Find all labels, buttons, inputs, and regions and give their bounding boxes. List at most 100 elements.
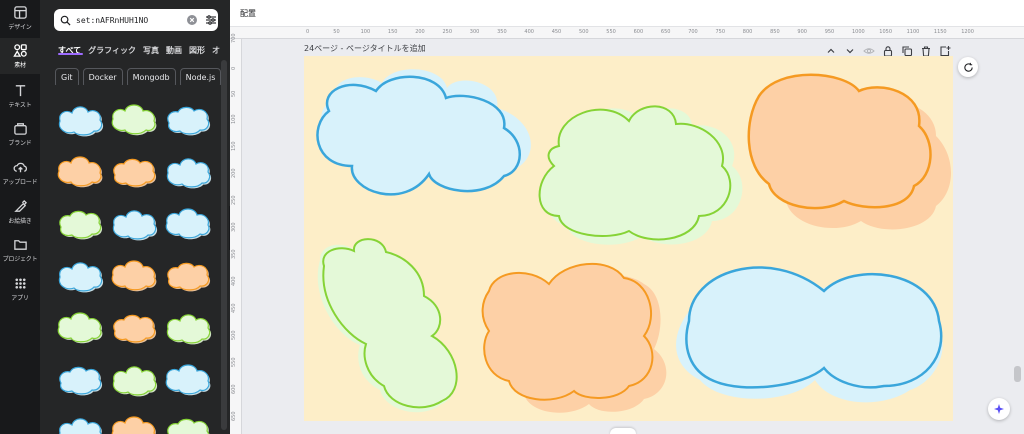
cloud-thumbnail[interactable] xyxy=(108,307,158,347)
delete-page-button[interactable] xyxy=(920,42,932,57)
magic-assistant-button[interactable] xyxy=(988,398,1010,420)
cloud-thumbnail[interactable] xyxy=(108,151,158,191)
cloud-thumbnail[interactable] xyxy=(108,99,158,139)
cloud-thumbnail-image xyxy=(59,210,103,240)
ruler-tick-label: 700 xyxy=(688,29,698,35)
ruler-tick-label: 550 xyxy=(606,29,616,35)
cloud-shape-blue-1[interactable] xyxy=(316,69,531,196)
ruler-tick-label: 650 xyxy=(660,29,671,35)
tab-more[interactable]: オ xyxy=(212,45,220,56)
page-title[interactable]: 24ページ - ページタイトルを追加 xyxy=(304,43,426,54)
cloud-thumbnail-image xyxy=(58,106,104,137)
refresh-icon xyxy=(963,62,973,72)
rail-item-projects[interactable]: プロジェクト xyxy=(0,232,40,268)
cloud-thumbnail[interactable] xyxy=(54,151,104,191)
results-grid xyxy=(54,99,214,434)
rail-item-draw[interactable]: お絵描き xyxy=(0,194,40,230)
cloud-shape-blue-2[interactable] xyxy=(676,266,943,403)
cloud-thumbnail[interactable] xyxy=(108,255,158,295)
chip-mongodb[interactable]: Mongodb xyxy=(126,68,176,85)
cloud-shape-orange-2[interactable] xyxy=(481,262,667,413)
cloud-thumbnail[interactable] xyxy=(162,359,212,399)
ruler-tick-label: 200 xyxy=(231,168,237,178)
cloud-thumbnail[interactable] xyxy=(108,203,158,243)
ruler-tick-label: 200 xyxy=(415,29,425,35)
search-input[interactable] xyxy=(76,15,176,25)
ruler-tick-label: 350 xyxy=(497,29,507,35)
clear-icon[interactable] xyxy=(187,15,197,25)
cloud-thumbnail[interactable] xyxy=(54,255,104,295)
pages-panel-handle[interactable] xyxy=(610,428,636,434)
rail-label: ブランド xyxy=(8,140,32,147)
cloud-thumbnail[interactable] xyxy=(54,411,104,434)
cloud-thumbnail[interactable] xyxy=(162,151,212,191)
design-canvas[interactable] xyxy=(304,56,953,421)
tab-videos[interactable]: 動画 xyxy=(166,45,182,56)
ruler-tick-label: 900 xyxy=(797,29,807,35)
upload-icon xyxy=(13,162,27,173)
tab-graphics[interactable]: グラフィック xyxy=(88,45,136,56)
ruler-tick-label: 300 xyxy=(469,29,480,35)
ruler-tick-label: 650 xyxy=(231,411,237,421)
elements-panel: すべてグラフィック写真動画図形オ GitDockerMongodbNode.js xyxy=(40,0,230,434)
rail-item-elements[interactable]: 素材 xyxy=(0,38,40,74)
move-page-up-button[interactable] xyxy=(825,42,837,54)
ruler-tick-label: 300 xyxy=(231,222,237,232)
cloud-thumbnail-image xyxy=(166,314,212,345)
chip-nodejs[interactable]: Node.js xyxy=(179,68,222,85)
rail-label: デザイン xyxy=(8,24,32,31)
cloud-artwork xyxy=(316,69,951,413)
cloud-thumbnail[interactable] xyxy=(108,359,158,399)
filter-icon[interactable] xyxy=(205,14,217,26)
cloud-shape-green-1[interactable] xyxy=(538,105,743,245)
rail-item-text[interactable]: テキスト xyxy=(0,78,40,114)
editor-area: 配置 0 50 100 150 200 250 300 350 400 450 500 550 600 6… xyxy=(230,0,1024,434)
cloud-shape-orange-1[interactable] xyxy=(747,73,951,230)
panel-scrollbar[interactable] xyxy=(221,60,227,430)
chip-git[interactable]: Git xyxy=(55,68,79,85)
chip-docker[interactable]: Docker xyxy=(82,68,123,85)
lock-page-button[interactable] xyxy=(882,42,894,57)
cloud-thumbnail[interactable] xyxy=(162,307,212,347)
tab-photos[interactable]: 写真 xyxy=(143,45,159,56)
rail-item-design[interactable]: デザイン xyxy=(0,0,40,36)
ruler-tick-label: 500 xyxy=(579,29,589,35)
move-page-down-button[interactable] xyxy=(844,42,856,54)
cloud-thumbnail[interactable] xyxy=(54,203,104,243)
sparkle-icon xyxy=(994,404,1004,414)
refresh-button[interactable] xyxy=(958,57,978,77)
ruler-tick-label: 100 xyxy=(360,29,371,35)
duplicate-page-button[interactable] xyxy=(901,42,913,57)
cloud-thumbnail[interactable] xyxy=(162,411,212,434)
cloud-thumbnail-image xyxy=(167,106,211,136)
cloud-thumbnail-image xyxy=(112,210,158,241)
rail-item-apps[interactable]: アプリ xyxy=(0,271,40,307)
cloud-thumbnail[interactable] xyxy=(54,99,104,139)
cloud-thumbnail[interactable] xyxy=(54,307,104,347)
vertical-ruler: 700 0 50 100 150 200 250 300 350 400 450 500 550 600 6… xyxy=(230,33,242,434)
rail-label: プロジェクト xyxy=(2,256,38,263)
rail-item-brand[interactable]: ブランド xyxy=(0,116,40,152)
arrange-button[interactable]: 配置 xyxy=(240,8,256,19)
ruler-tick-label: 0 xyxy=(231,66,237,70)
ruler-tick-label: 0 xyxy=(306,29,310,35)
add-page-button[interactable] xyxy=(939,42,951,57)
search-box xyxy=(54,9,218,31)
ruler-tick-label: 250 xyxy=(442,29,453,35)
apps-icon xyxy=(14,278,26,289)
cloud-thumbnail[interactable] xyxy=(54,359,104,399)
cloud-thumbnail[interactable] xyxy=(162,99,212,139)
cloud-thumbnail[interactable] xyxy=(162,255,212,295)
cloud-thumbnail[interactable] xyxy=(162,203,212,243)
hide-page-button[interactable] xyxy=(863,42,875,54)
cloud-thumbnail-image xyxy=(59,418,102,434)
cloud-thumbnail-image xyxy=(111,416,156,434)
cloud-thumbnail-image xyxy=(57,312,103,344)
ruler-tick-label: 1000 xyxy=(852,29,865,35)
tab-shapes[interactable]: 図形 xyxy=(189,45,205,56)
ruler-tick-label: 50 xyxy=(333,29,340,35)
cloud-thumbnail[interactable] xyxy=(108,411,158,434)
canvas-scrollbar[interactable] xyxy=(1014,366,1021,382)
rail-item-upload[interactable]: アップロード xyxy=(0,155,40,191)
cloud-shape-green-2[interactable] xyxy=(317,238,458,413)
